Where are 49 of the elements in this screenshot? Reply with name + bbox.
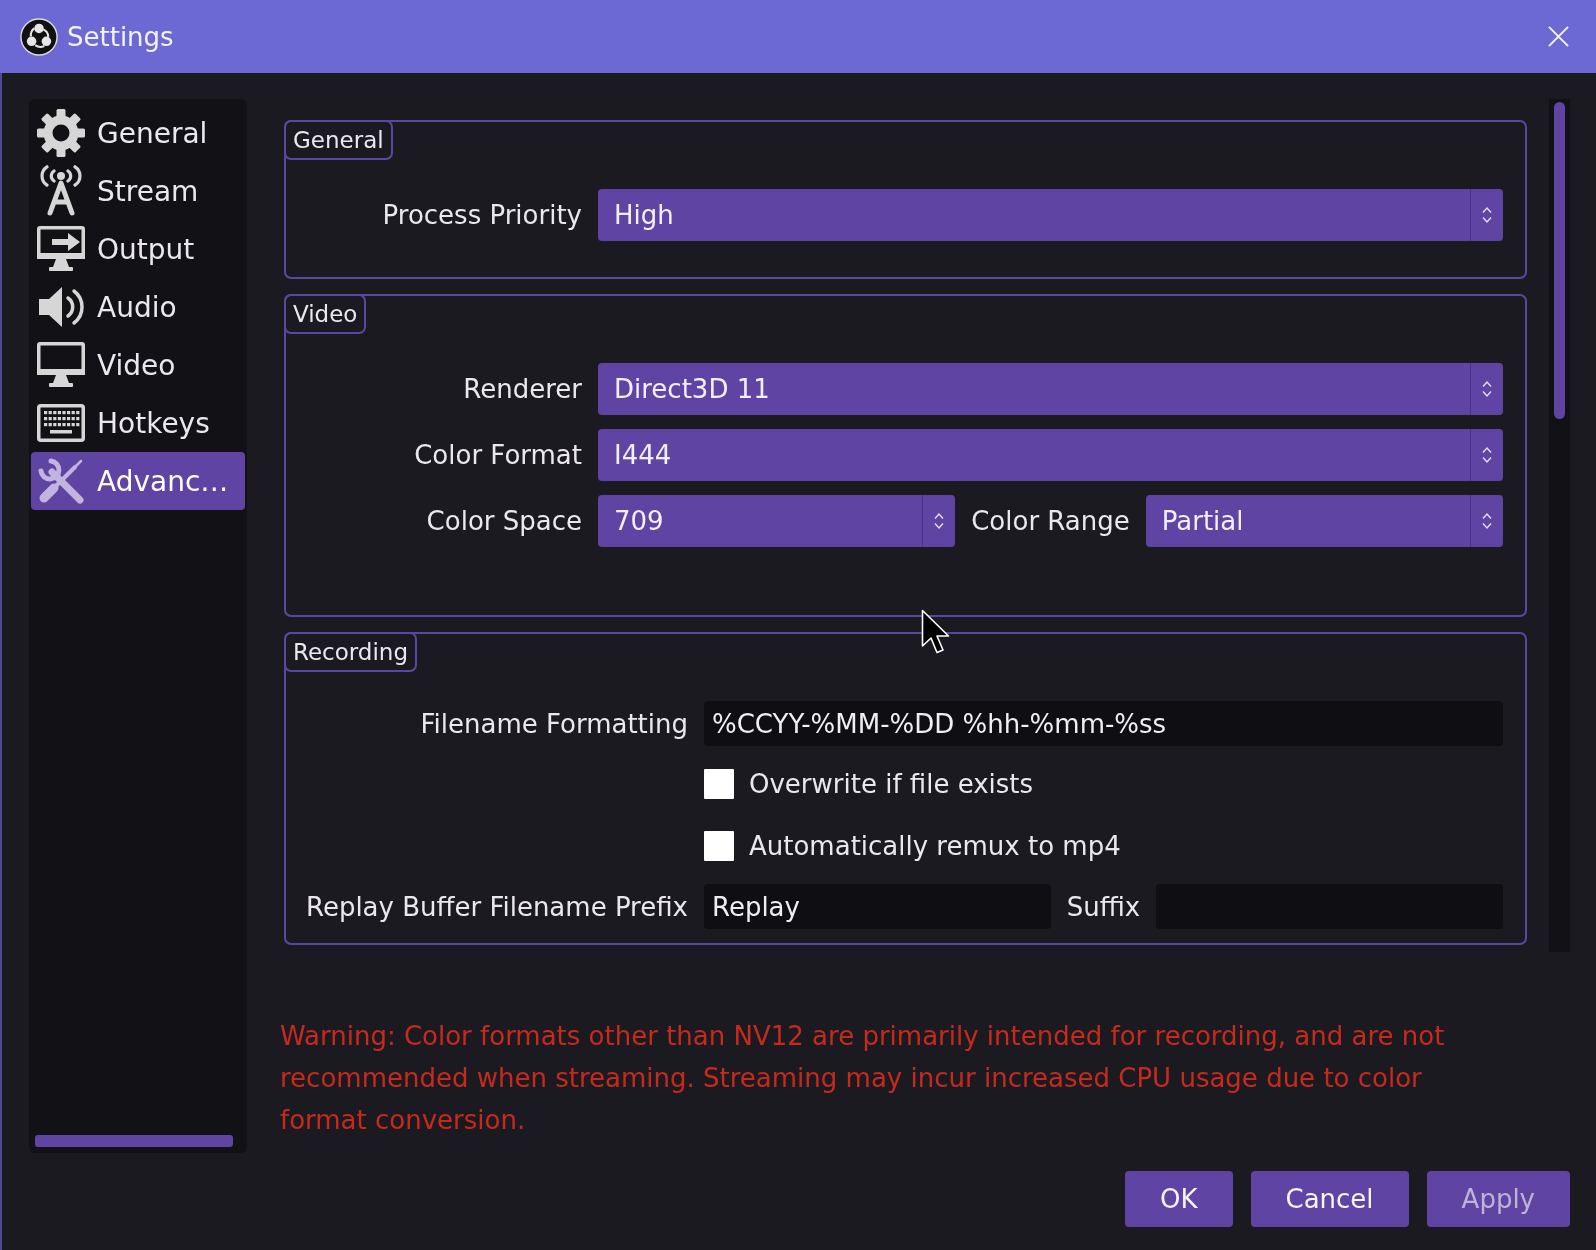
dropdown[interactable]: High	[598, 189, 1503, 241]
sidebar-item[interactable]: Output	[31, 220, 245, 278]
close-icon[interactable]	[1547, 25, 1570, 48]
field-label: Renderer	[462, 374, 582, 404]
up-down-arrows-icon	[1481, 445, 1493, 465]
sidebar-item[interactable]: Advanc…	[31, 452, 245, 510]
field-label: Suffix	[1066, 891, 1141, 922]
gear-icon	[35, 107, 87, 159]
field-label: Replay Buffer Filename Prefix	[306, 891, 688, 922]
dialog-button[interactable]: OK	[1125, 1171, 1233, 1227]
group-title: Video	[284, 294, 367, 334]
group-title: Recording	[284, 632, 418, 672]
up-down-arrows-icon	[1481, 511, 1493, 531]
dropdown[interactable]: 709	[598, 495, 956, 547]
warning-message: Warning: Color formats other than NV12 are primarily intended for recording, and are not recommended when streaming. Streaming may incur increased CPU usage due to color format conversion.	[280, 1020, 1446, 1137]
app-logo-icon	[20, 17, 58, 56]
checkbox[interactable]	[704, 831, 734, 861]
up-down-arrows-icon	[933, 511, 946, 531]
checkbox[interactable]	[704, 769, 734, 799]
sidebar-item[interactable]: Audio	[31, 278, 245, 336]
checkbox-label: Automatically remux to mp4	[749, 831, 1121, 861]
dropdown[interactable]: Direct3D 11	[598, 363, 1503, 415]
field-label: Filename Formatting	[419, 708, 688, 739]
text-field[interactable]: Replay	[704, 884, 1051, 929]
speaker-icon	[37, 285, 85, 329]
checkbox-label: Overwrite if file exists	[749, 769, 1034, 799]
dialog-button[interactable]: Cancel	[1250, 1171, 1409, 1227]
scrollbar-track[interactable]	[1549, 99, 1570, 952]
horizontal-scrollbar[interactable]	[35, 1135, 233, 1147]
monitor-arrow-icon	[35, 226, 87, 272]
dropdown[interactable]: I444	[598, 429, 1503, 481]
group-title: General	[284, 120, 393, 160]
window-title: Settings	[67, 21, 174, 52]
monitor-icon	[35, 342, 87, 388]
sidebar-item[interactable]: General	[31, 104, 245, 162]
up-down-arrows-icon	[1481, 379, 1493, 399]
up-down-arrows-icon	[1481, 205, 1493, 225]
dropdown[interactable]: Partial	[1145, 495, 1503, 547]
mouse-pointer-icon	[921, 609, 951, 655]
field-label: Color Format	[413, 440, 582, 470]
sidebar-item[interactable]: Hotkeys	[31, 394, 245, 452]
scrollbar-thumb[interactable]	[1554, 102, 1565, 419]
field-label: Color Range	[971, 506, 1130, 536]
keyboard-icon	[35, 404, 87, 442]
field-label: Color Space	[425, 506, 582, 536]
text-field[interactable]: %CCYY-%MM-%DD %hh-%mm-%ss	[704, 701, 1503, 746]
sidebar-item[interactable]: Stream	[31, 162, 245, 220]
field-label: Process Priority	[381, 200, 582, 230]
sidebar-item[interactable]: Video	[31, 336, 245, 394]
